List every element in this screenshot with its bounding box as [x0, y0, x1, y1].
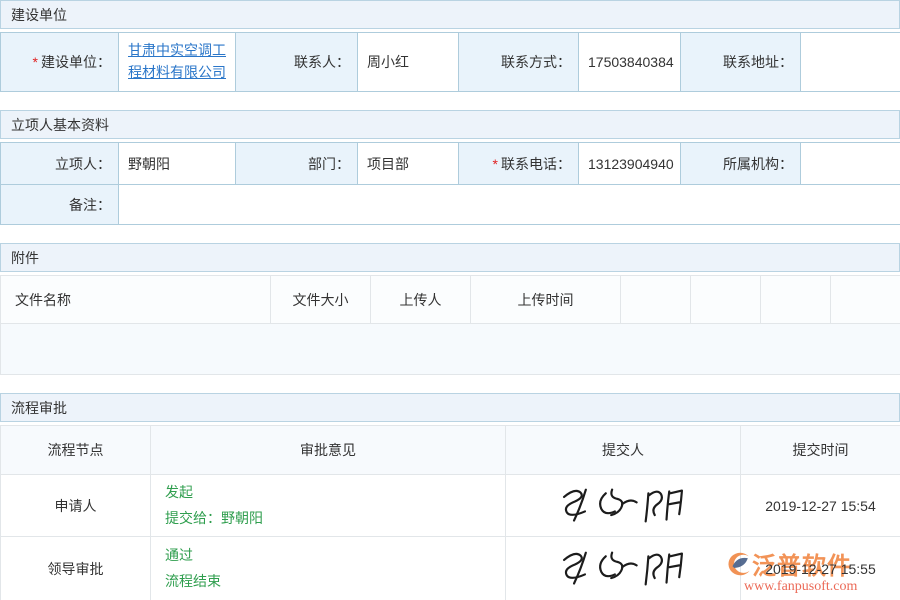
approval-node: 申请人: [1, 475, 151, 537]
approval-col-node: 流程节点: [1, 426, 151, 475]
approval-submitter-signature: [506, 475, 741, 537]
section-construction-unit: 建设单位 *建设单位： 甘肃中实空调工程材料有限公司 联系人： 周小红 联系方式…: [0, 0, 900, 92]
attachments-col-uploader: 上传人: [371, 276, 471, 324]
section-title: 立项人基本资料: [11, 115, 109, 135]
section-header-approval-flow: 流程审批: [0, 393, 900, 422]
required-marker: *: [33, 54, 38, 70]
attachments-col-file-size: 文件大小: [271, 276, 371, 324]
form-page: 建设单位 *建设单位： 甘肃中实空调工程材料有限公司 联系人： 周小红 联系方式…: [0, 0, 900, 600]
field-value-department: 项目部: [358, 143, 459, 185]
section-header-attachments: 附件: [0, 243, 900, 272]
field-value-initiator: 野朝阳: [119, 143, 236, 185]
approval-col-submit-time: 提交时间: [741, 426, 900, 475]
approval-submitter-signature: [506, 537, 741, 600]
opinion-line-2: 流程结束: [165, 569, 504, 595]
attachments-col-empty: [831, 276, 900, 324]
field-value-contact-person: 周小红: [358, 33, 459, 92]
attachments-col-file-name: 文件名称: [1, 276, 271, 324]
opinion-line-1: 发起: [165, 480, 504, 506]
approval-row-leader: 领导审批 通过 流程结束: [1, 537, 900, 600]
field-value-contact-address: [801, 33, 900, 92]
initiator-info-table: 立项人： 野朝阳 部门： 项目部 *联系电话： 13123904940 所属机构…: [0, 142, 900, 225]
field-label-contact-person: 联系人：: [236, 33, 358, 92]
approval-col-opinion: 审批意见: [151, 426, 506, 475]
signature-image: [555, 548, 691, 590]
section-approval-flow: 流程审批 流程节点 审批意见 提交人 提交时间 申请人 发起 提交给：野朝阳: [0, 393, 900, 600]
company-link[interactable]: 甘肃中实空调工程材料有限公司: [128, 40, 231, 83]
attachments-col-upload-time: 上传时间: [471, 276, 621, 324]
field-label-phone: *联系电话：: [459, 143, 579, 185]
required-marker: *: [493, 156, 498, 172]
field-label-contact-method: 联系方式：: [459, 33, 579, 92]
approval-opinion: 发起 提交给：野朝阳: [151, 475, 506, 537]
attachments-col-empty: [691, 276, 761, 324]
attachments-col-empty: [761, 276, 831, 324]
field-value-remark: [119, 185, 900, 225]
section-attachments: 附件 文件名称 文件大小 上传人 上传时间: [0, 243, 900, 375]
field-label-contact-address: 联系地址：: [681, 33, 801, 92]
field-label-initiator: 立项人：: [1, 143, 119, 185]
approval-row-applicant: 申请人 发起 提交给：野朝阳: [1, 475, 900, 537]
section-title: 流程审批: [11, 398, 67, 418]
section-initiator-info: 立项人基本资料 立项人： 野朝阳 部门： 项目部 *联系电话： 13123904…: [0, 110, 900, 225]
section-header-initiator-info: 立项人基本资料: [0, 110, 900, 139]
approval-col-submitter: 提交人: [506, 426, 741, 475]
field-label-organization: 所属机构：: [681, 143, 801, 185]
approval-submit-time: 2019-12-27 15:54: [741, 475, 900, 537]
attachments-empty-body: [1, 324, 900, 375]
signature-image: [555, 485, 691, 527]
field-value-contact-method: 17503840384: [579, 33, 681, 92]
section-header-construction-unit: 建设单位: [0, 0, 900, 29]
approval-opinion: 通过 流程结束: [151, 537, 506, 600]
field-value-phone: 13123904940: [579, 143, 681, 185]
attachments-col-empty: [621, 276, 691, 324]
attachments-table: 文件名称 文件大小 上传人 上传时间: [0, 275, 900, 375]
field-label-construction-unit: *建设单位：: [1, 33, 119, 92]
opinion-line-1: 通过: [165, 543, 504, 569]
approval-node: 领导审批: [1, 537, 151, 600]
section-title: 建设单位: [11, 5, 67, 25]
field-label-remark: 备注：: [1, 185, 119, 225]
field-value-construction-unit: 甘肃中实空调工程材料有限公司: [119, 33, 236, 92]
field-label-department: 部门：: [236, 143, 358, 185]
approval-submit-time: 2019-12-27 15:55: [741, 537, 900, 600]
field-value-organization: [801, 143, 900, 185]
section-title: 附件: [11, 248, 39, 268]
opinion-line-2: 提交给：野朝阳: [165, 506, 504, 532]
approval-flow-table: 流程节点 审批意见 提交人 提交时间 申请人 发起 提交给：野朝阳: [0, 425, 900, 600]
construction-unit-table: *建设单位： 甘肃中实空调工程材料有限公司 联系人： 周小红 联系方式： 175…: [0, 32, 900, 92]
